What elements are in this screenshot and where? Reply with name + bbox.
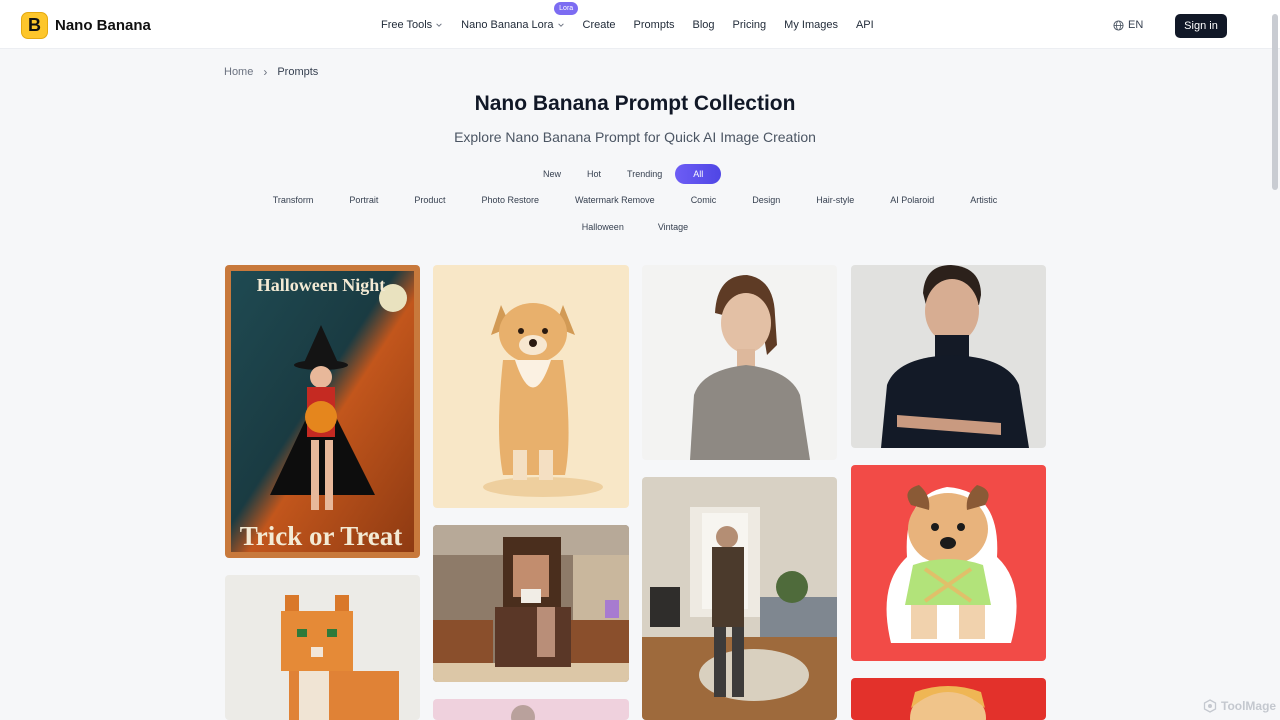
- sticker-dog-image: [851, 465, 1046, 661]
- halloween-footer-text: Trick or Treat: [240, 521, 402, 551]
- main-nav: Free Tools Nano Banana Lora Lora Create …: [381, 0, 892, 49]
- breadcrumb-current: Prompts: [277, 66, 319, 78]
- lora-badge: Lora: [554, 1, 579, 15]
- scrollbar-thumb[interactable]: [1272, 14, 1278, 190]
- breadcrumb-separator-icon: ›: [263, 65, 268, 79]
- nav-pricing[interactable]: Pricing: [733, 19, 767, 31]
- category-design[interactable]: Design: [734, 195, 798, 205]
- sort-tabs: New Hot Trending All: [530, 164, 722, 184]
- nav-api[interactable]: API: [856, 19, 874, 31]
- category-comic[interactable]: Comic: [673, 195, 735, 205]
- sign-in-button[interactable]: Sign in: [1175, 14, 1227, 38]
- category-product[interactable]: Product: [396, 195, 463, 205]
- prompt-card-halloween[interactable]: Halloween Night Trick or Treat: [225, 265, 420, 558]
- animated-portrait-image: [851, 678, 1046, 720]
- nav-label: Blog: [692, 18, 715, 31]
- category-watermark-remove[interactable]: Watermark Remove: [557, 195, 673, 205]
- prompt-card-blossom[interactable]: [433, 699, 629, 720]
- page-title: Nano Banana Prompt Collection: [474, 92, 796, 115]
- nav-label: Nano Banana Lora: [461, 18, 554, 31]
- sort-tab-new[interactable]: New: [530, 164, 574, 184]
- toolmage-watermark: ToolMage: [1203, 699, 1276, 713]
- prompt-card-sticker-dog[interactable]: [851, 465, 1046, 661]
- man-living-room-image: [642, 477, 837, 720]
- category-portrait[interactable]: Portrait: [331, 195, 396, 205]
- category-halloween[interactable]: Halloween: [565, 222, 641, 232]
- sort-tab-hot[interactable]: Hot: [574, 164, 614, 184]
- category-photo-restore[interactable]: Photo Restore: [463, 195, 557, 205]
- breadcrumb-home-link[interactable]: Home: [224, 66, 253, 78]
- halloween-title-text: Halloween Night: [257, 275, 386, 295]
- nav-free-tools[interactable]: Free Tools: [381, 19, 443, 31]
- nav-prompts[interactable]: Prompts: [634, 19, 675, 31]
- nav-label: My Images: [784, 18, 838, 31]
- cartoon-dog-image: [433, 265, 629, 508]
- sort-tab-all[interactable]: All: [675, 164, 722, 184]
- category-filters-row-1: Transform Portrait Product Photo Restore…: [0, 195, 1270, 205]
- category-ai-polaroid[interactable]: AI Polaroid: [872, 195, 952, 205]
- chevron-down-icon: [436, 22, 442, 27]
- nav-label: Free Tools: [381, 18, 433, 31]
- brand-logo[interactable]: B Nano Banana: [21, 12, 151, 39]
- nav-label: Pricing: [732, 18, 767, 31]
- page-subtitle: Explore Nano Banana Prompt for Quick AI …: [454, 129, 816, 145]
- nav-my-images[interactable]: My Images: [784, 19, 838, 31]
- watermark-logo-icon: [1203, 699, 1217, 713]
- language-label: EN: [1128, 19, 1144, 31]
- nav-create[interactable]: Create: [583, 19, 616, 31]
- prompt-card-pixel-woman-coffee[interactable]: [433, 525, 629, 682]
- nav-label: Prompts: [633, 18, 675, 31]
- prompt-card-man-turtleneck[interactable]: [851, 265, 1046, 448]
- prompt-card-animated-portrait[interactable]: [851, 678, 1046, 720]
- pixel-woman-coffee-image: [433, 525, 629, 682]
- chevron-down-icon: [557, 22, 564, 27]
- prompt-card-woman-portrait[interactable]: [642, 265, 837, 460]
- woman-tshirt-image: [642, 265, 837, 460]
- category-hair-style[interactable]: Hair-style: [798, 195, 872, 205]
- cherry-blossom-image: [433, 699, 629, 720]
- category-transform[interactable]: Transform: [255, 195, 332, 205]
- sort-tab-trending[interactable]: Trending: [614, 164, 675, 184]
- prompt-card-man-living-room[interactable]: [642, 477, 837, 720]
- man-turtleneck-image: [851, 265, 1046, 448]
- language-selector[interactable]: EN: [1113, 19, 1143, 31]
- globe-icon: [1113, 19, 1124, 31]
- category-vintage[interactable]: Vintage: [641, 222, 705, 232]
- prompt-card-pixel-cat[interactable]: [225, 575, 420, 720]
- watermark-text: ToolMage: [1221, 699, 1277, 713]
- category-filters-row-2: Halloween Vintage: [0, 222, 1270, 232]
- nav-blog[interactable]: Blog: [693, 19, 715, 31]
- logo-icon: B: [21, 12, 48, 39]
- prompt-card-cartoon-dog[interactable]: [433, 265, 629, 508]
- top-navbar: B Nano Banana Free Tools Nano Banana Lor…: [0, 0, 1280, 49]
- nav-nano-banana-lora[interactable]: Nano Banana Lora Lora: [461, 1, 579, 31]
- halloween-witch-image: Halloween Night Trick or Treat: [225, 265, 420, 558]
- pixel-cat-image: [225, 575, 420, 720]
- nav-label: API: [855, 18, 874, 31]
- breadcrumb: Home › Prompts: [224, 65, 318, 79]
- brand-name: Nano Banana: [55, 17, 151, 34]
- category-artistic[interactable]: Artistic: [952, 195, 1015, 205]
- nav-label: Create: [582, 18, 616, 31]
